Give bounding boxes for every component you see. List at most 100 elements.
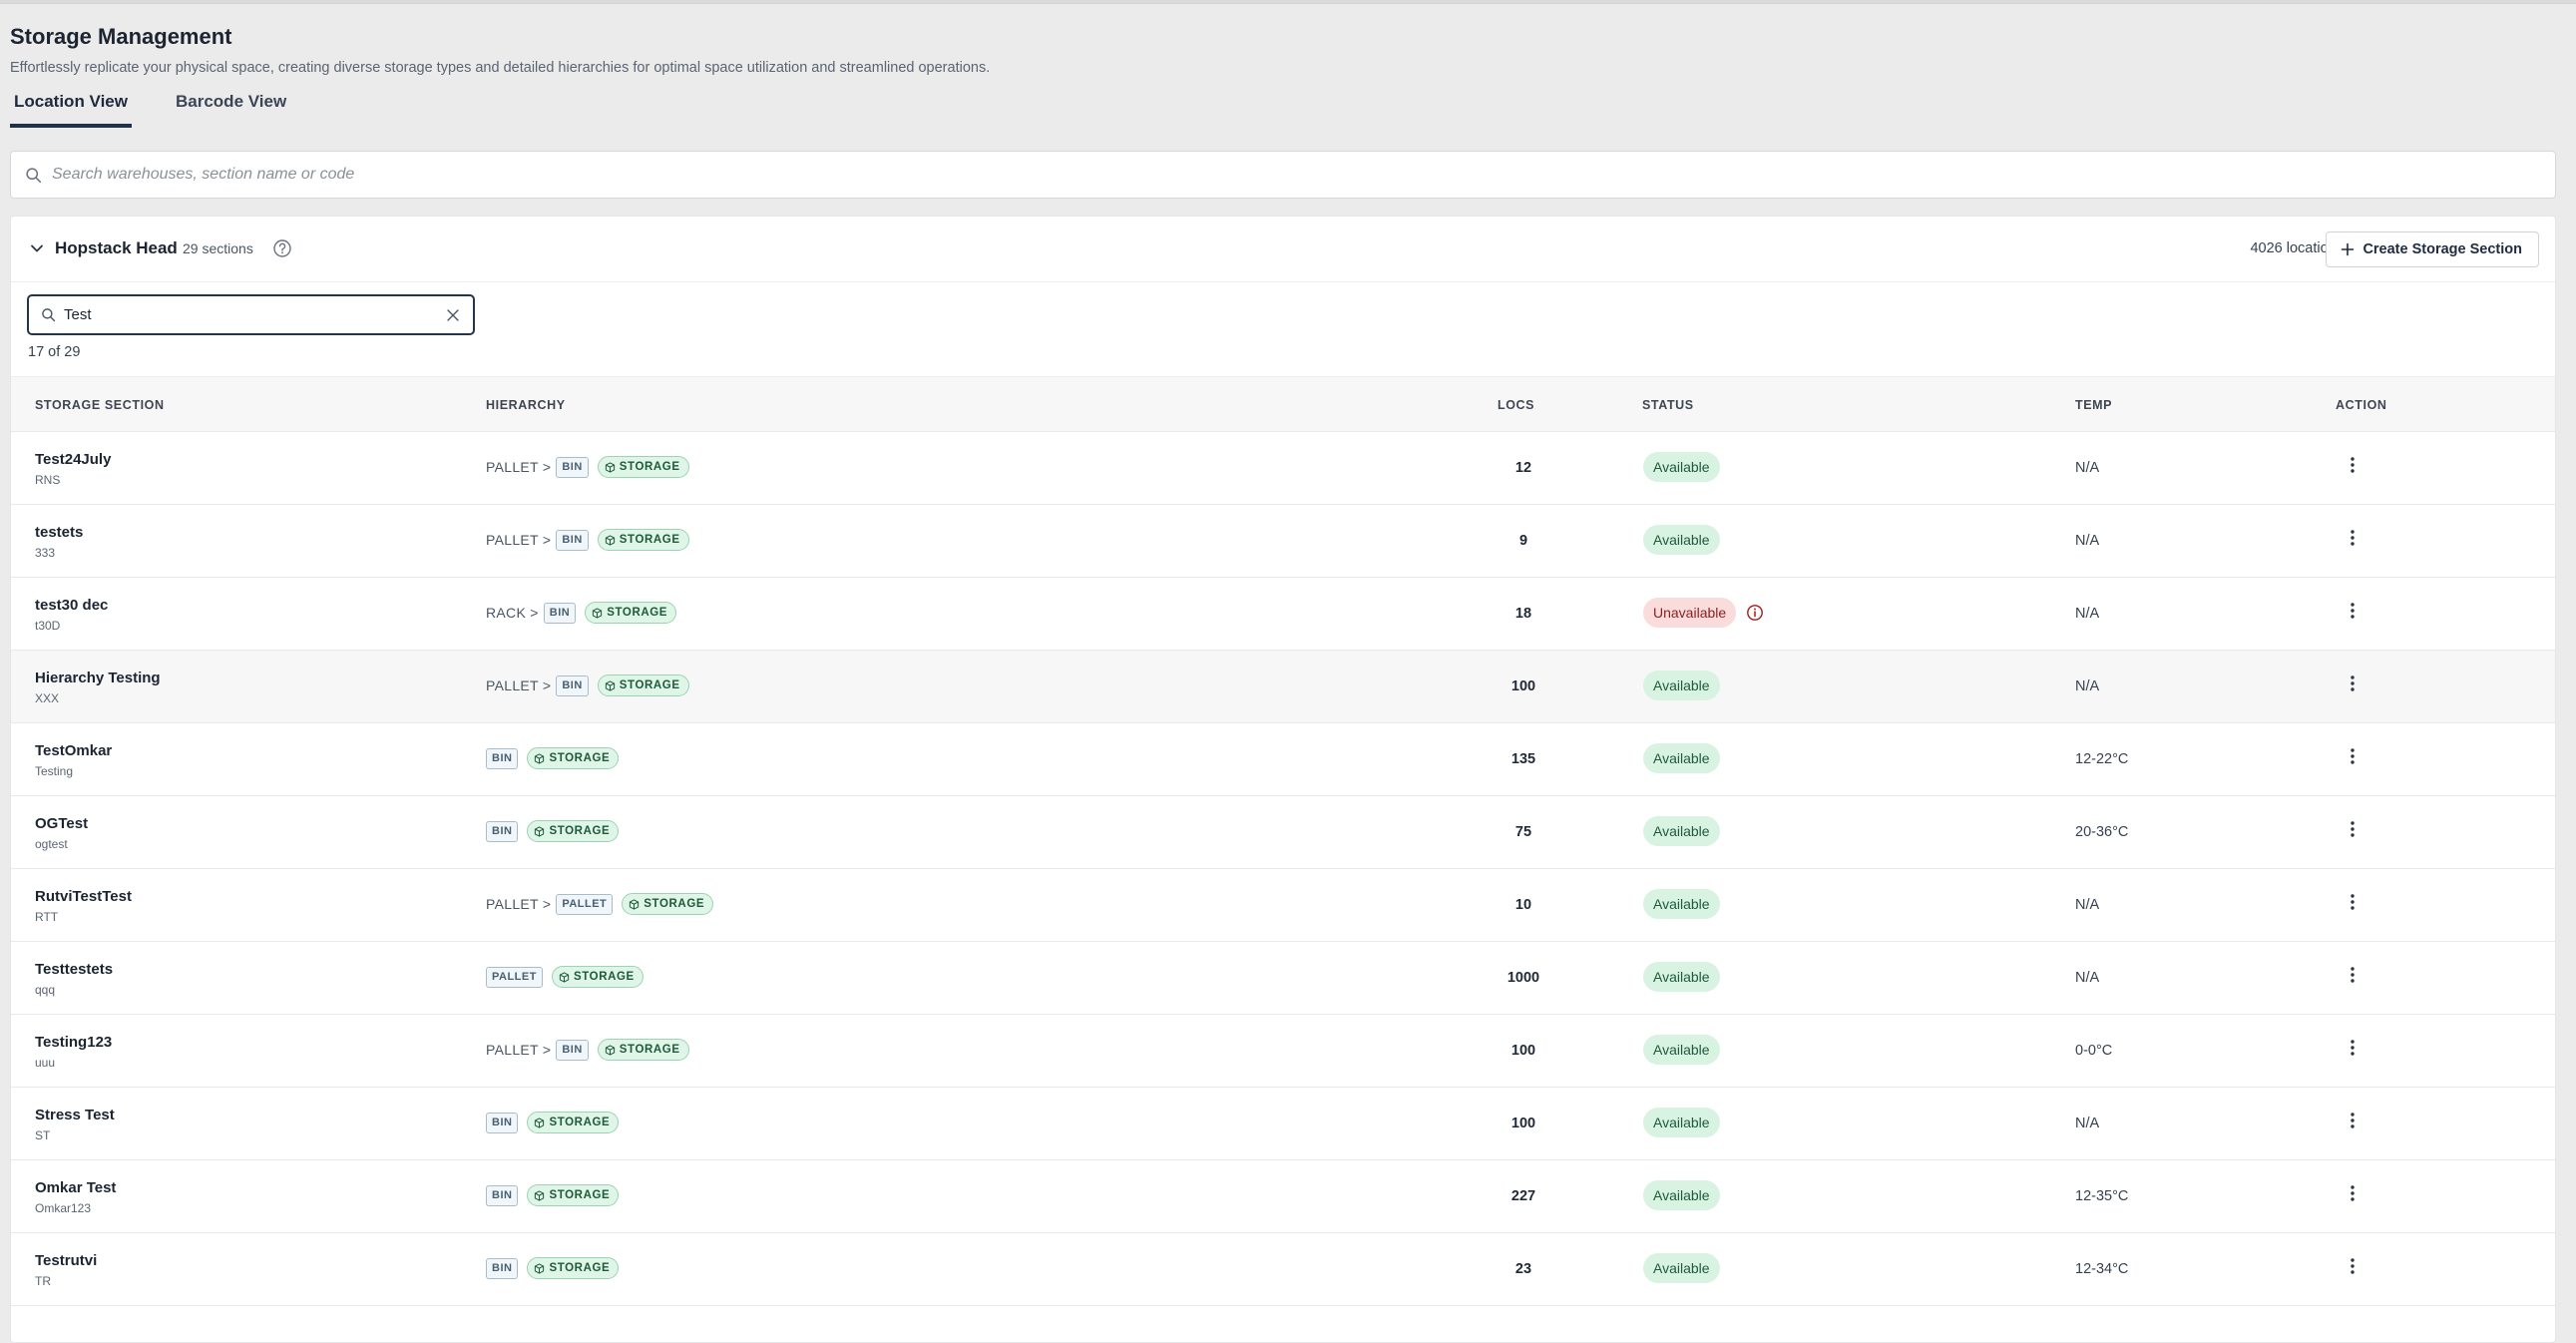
- table-row[interactable]: Testtestets qqq PALLET STORAGE 1000 Avai…: [11, 942, 2555, 1015]
- section-code: t30D: [35, 619, 61, 633]
- box-icon: [535, 752, 545, 764]
- search-input[interactable]: [52, 166, 2446, 184]
- plus-icon: [2342, 242, 2355, 256]
- warehouse-name: Hopstack Head: [55, 238, 178, 257]
- column-action: ACTION: [2336, 398, 2387, 412]
- section-code: qqq: [35, 983, 56, 997]
- status-badge: Available: [1643, 1108, 1720, 1137]
- hierarchy-tag: BIN: [556, 529, 589, 551]
- storage-section-cell: testets 333: [35, 524, 83, 560]
- row-actions-button[interactable]: [2340, 812, 2365, 846]
- more-vertical-icon: [2351, 457, 2355, 473]
- section-code: RNS: [35, 473, 61, 487]
- status-cell: Available: [1643, 743, 1720, 773]
- row-actions-button[interactable]: [2340, 739, 2365, 773]
- row-actions-button[interactable]: [2340, 594, 2365, 628]
- info-icon[interactable]: [1746, 604, 1764, 622]
- status-cell: Unavailable: [1643, 598, 1764, 628]
- section-code: TR: [35, 1274, 51, 1288]
- temp-value: N/A: [2075, 606, 2100, 622]
- table-row[interactable]: TestOmkar Testing BIN STORAGE 135 Availa…: [11, 723, 2555, 796]
- top-border: [0, 0, 2576, 4]
- table-row[interactable]: Stress Test ST BIN STORAGE 100 Available…: [11, 1088, 2555, 1160]
- row-actions-button[interactable]: [2340, 667, 2365, 700]
- row-actions-button[interactable]: [2340, 521, 2365, 555]
- search-icon: [42, 308, 56, 322]
- section-code: ST: [35, 1128, 51, 1142]
- hierarchy-cell: PALLET > PALLET STORAGE: [486, 893, 714, 915]
- temp-value: 12-35°C: [2075, 1188, 2129, 1204]
- more-vertical-icon: [2351, 748, 2355, 764]
- table-row[interactable]: Omkar Test Omkar123 BIN STORAGE 227 Avai…: [11, 1160, 2555, 1233]
- storage-section-cell: test30 dec t30D: [35, 597, 108, 633]
- storage-section-cell: Stress Test ST: [35, 1107, 115, 1142]
- warehouse-panel: Hopstack Head 29 sections 4026 locations…: [10, 216, 2556, 1343]
- table-row[interactable]: Testrutvi TR BIN STORAGE 23 Available 12…: [11, 1233, 2555, 1306]
- more-vertical-icon: [2351, 1113, 2355, 1128]
- create-button-label: Create Storage Section: [2362, 241, 2522, 257]
- storage-label: STORAGE: [549, 1189, 611, 1201]
- tab-location-view[interactable]: Location View: [10, 90, 132, 128]
- temp-value: N/A: [2075, 460, 2100, 476]
- page-subtitle: Effortlessly replicate your physical spa…: [10, 60, 991, 76]
- storage-label: STORAGE: [644, 898, 705, 910]
- storage-type-badge: STORAGE: [597, 1039, 689, 1061]
- column-locs: LOCS: [1498, 398, 1535, 412]
- hierarchy-tag: BIN: [543, 602, 577, 624]
- box-icon: [535, 1189, 545, 1201]
- hierarchy-cell: BIN STORAGE: [486, 747, 620, 769]
- storage-section-cell: Hierarchy Testing XXX: [35, 670, 161, 705]
- row-actions-button[interactable]: [2340, 1176, 2365, 1210]
- table-row[interactable]: Testing123 uuu PALLET > BIN STORAGE 100 A…: [11, 1015, 2555, 1088]
- create-storage-section-button[interactable]: Create Storage Section: [2326, 231, 2539, 267]
- section-name: TestOmkar: [35, 742, 113, 759]
- table-row[interactable]: OGTest ogtest BIN STORAGE 75 Available 2…: [11, 796, 2555, 869]
- status-cell: Available: [1643, 1108, 1720, 1137]
- row-actions-button[interactable]: [2340, 1249, 2365, 1283]
- locs-value: 75: [1514, 824, 1532, 840]
- tab-barcode-view[interactable]: Barcode View: [172, 90, 290, 128]
- status-cell: Available: [1643, 962, 1720, 992]
- section-filter-input[interactable]: [64, 306, 433, 323]
- close-icon[interactable]: [445, 307, 461, 323]
- hierarchy-cell: PALLET > BIN STORAGE: [486, 1039, 689, 1061]
- hierarchy-tag: BIN: [556, 456, 589, 478]
- hierarchy-tag: PALLET: [556, 893, 614, 915]
- section-filter[interactable]: [27, 294, 475, 335]
- section-code: uuu: [35, 1056, 56, 1070]
- help-circle-icon[interactable]: [272, 238, 292, 258]
- storage-type-badge: STORAGE: [597, 529, 689, 551]
- table-header: STORAGE SECTION HIERARCHY LOCS STATUS TE…: [11, 376, 2555, 432]
- warehouse-search-bar[interactable]: [10, 151, 2556, 199]
- locs-value: 10: [1514, 897, 1532, 913]
- hierarchy-cell: PALLET > BIN STORAGE: [486, 674, 689, 696]
- row-actions-button[interactable]: [2340, 448, 2365, 482]
- table-row[interactable]: Hierarchy Testing XXX PALLET > BIN STORAG…: [11, 651, 2555, 723]
- table-body: Test24July RNS PALLET > BIN STORAGE 12 Av…: [11, 432, 2555, 1306]
- row-actions-button[interactable]: [2340, 1031, 2365, 1065]
- storage-label: STORAGE: [549, 825, 611, 837]
- table-row[interactable]: RutviTestTest RTT PALLET > PALLET STORAGE…: [11, 869, 2555, 942]
- table-row[interactable]: testets 333 PALLET > BIN STORAGE 9 Availa…: [11, 505, 2555, 578]
- locs-value: 135: [1510, 751, 1536, 767]
- status-badge: Available: [1643, 1035, 1720, 1065]
- hierarchy-cell: BIN STORAGE: [486, 1257, 620, 1279]
- row-actions-button[interactable]: [2340, 885, 2365, 919]
- view-tabs: Location View Barcode View: [10, 90, 290, 128]
- table-row[interactable]: Test24July RNS PALLET > BIN STORAGE 12 Av…: [11, 432, 2555, 505]
- temp-value: N/A: [2075, 970, 2100, 986]
- box-icon: [593, 607, 603, 619]
- column-storage-section: STORAGE SECTION: [35, 398, 165, 412]
- section-name: Testing123: [35, 1034, 113, 1051]
- row-actions-button[interactable]: [2340, 1104, 2365, 1137]
- chevron-down-icon[interactable]: [29, 240, 45, 256]
- row-actions-button[interactable]: [2340, 958, 2365, 992]
- locs-value: 100: [1510, 678, 1536, 694]
- hierarchy-tag: PALLET: [486, 966, 543, 988]
- locs-value: 100: [1510, 1043, 1536, 1059]
- hierarchy-parent: RACK >: [486, 605, 539, 621]
- table-row[interactable]: test30 dec t30D RACK > BIN STORAGE 18 Una…: [11, 578, 2555, 651]
- section-name: Hierarchy Testing: [35, 670, 161, 686]
- status-badge: Available: [1643, 1180, 1720, 1210]
- temp-value: 0-0°C: [2075, 1043, 2113, 1059]
